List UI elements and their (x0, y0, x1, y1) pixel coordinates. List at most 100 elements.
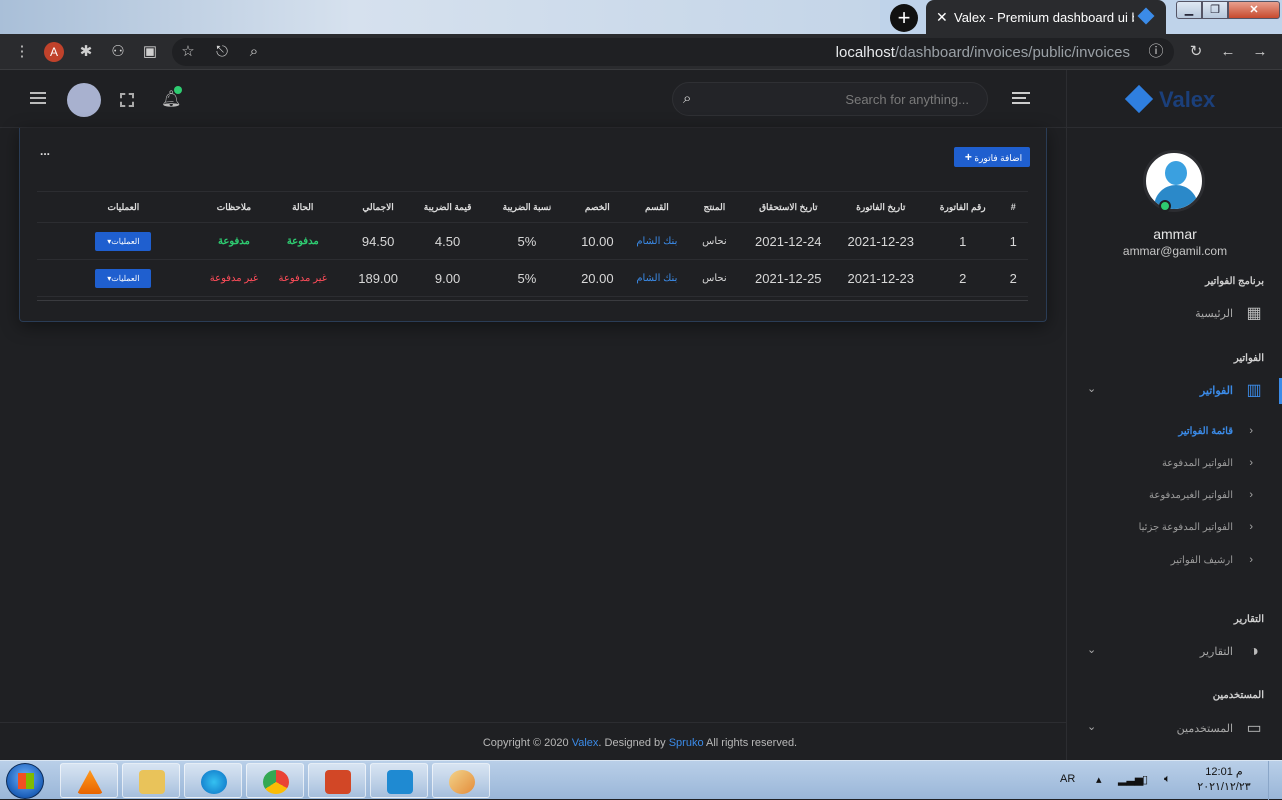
back-icon[interactable]: ← (1218, 42, 1238, 62)
profile-avatar[interactable]: A (44, 42, 64, 62)
chevron-right-icon: › (1249, 521, 1253, 533)
cell-invoice-number: 1 (926, 222, 999, 260)
column-header: الحالة (258, 191, 348, 223)
taskbar-paint[interactable] (432, 763, 490, 798)
chevron-right-icon: › (1249, 425, 1253, 437)
close-tab-icon[interactable]: ✕ (936, 9, 948, 26)
designer-link[interactable]: Spruko (669, 737, 704, 749)
clock-date: ٢٠٢١/١٢/٢٣ (1197, 781, 1251, 793)
add-invoice-button[interactable]: + اضافة فاتورة (954, 147, 1030, 167)
tab-title: Valex - Premium dashboard ui bo (954, 10, 1134, 25)
cell-vat-value: 4.50 (408, 222, 487, 260)
taskbar-powerpoint[interactable] (308, 763, 366, 798)
close-window-button[interactable]: ✕ (1228, 1, 1280, 19)
start-button[interactable] (6, 763, 44, 799)
network-icon[interactable]: ▂▃▅ (1118, 773, 1143, 786)
chart-icon: ▥ (1246, 382, 1262, 399)
sidebar-subitem-partial[interactable]: › الفواتير المدفوعة جزئيا (1067, 517, 1282, 541)
taskbar-vlc[interactable] (60, 763, 118, 798)
sidebar-item-label: المستخدمين (1176, 723, 1233, 735)
online-status-dot (1159, 200, 1171, 212)
sidebar: Valex ammar ammar@gamil.com برنامج الفوا… (1066, 70, 1282, 760)
cell-notes: مدفوعة (209, 222, 259, 260)
minimize-button[interactable]: ▁ (1176, 1, 1202, 19)
chevron-down-icon: ⌄ (1087, 721, 1097, 733)
column-header: الاجمالي (347, 191, 409, 223)
reload-icon[interactable]: ↻ (1186, 42, 1206, 62)
sidebar-item-invoices[interactable]: ⌄ ▥ الفواتير (1067, 376, 1282, 406)
sidebar-subitem-invoice-list[interactable]: › قائمة الفواتير (1067, 421, 1282, 445)
cell-section-link[interactable]: بنك الشام (627, 222, 687, 260)
address-bar[interactable]: ☆ ⎋ ⌕ localhost/dashboard/invoices/publi… (172, 38, 1174, 66)
grid-icon: ▦ (1246, 305, 1262, 322)
table-row: 2 2 2021-12-23 2021-12-25 نحاس بنك الشام… (37, 259, 1028, 297)
brand-link[interactable]: Valex (572, 737, 599, 749)
cell-index: 2 (998, 259, 1028, 297)
clock[interactable]: 12:01 م ٢٠٢١/١٢/٢٣ (1196, 765, 1252, 795)
maximize-button[interactable]: ❐ (1202, 1, 1228, 19)
cell-total: 94.50 (347, 222, 409, 260)
user-profile-picture[interactable] (1143, 150, 1205, 212)
table-scrollbar[interactable] (37, 300, 1028, 301)
site-info-icon[interactable]: ⓘ (1146, 42, 1166, 62)
kebab-menu-icon[interactable]: ⋮ (12, 42, 32, 62)
notification-dot (174, 86, 182, 94)
battery-icon[interactable]: ▯ (1142, 773, 1148, 786)
column-header: القسم (627, 191, 687, 223)
sidebar-item-reports[interactable]: ⌄ ◑ التقارير (1067, 637, 1282, 667)
tray-arrow-icon[interactable]: ▴ (1096, 773, 1102, 786)
cell-discount: 20.00 (567, 259, 628, 297)
vscode-icon (387, 770, 413, 794)
bookmark-star-icon[interactable]: ☆ (178, 42, 198, 62)
pie-icon: ◑ (1249, 643, 1259, 660)
cell-section-link[interactable]: بنك الشام (627, 259, 687, 297)
column-header: الخصم (567, 191, 628, 223)
sidebar-subitem-archive[interactable]: › ارشيف الفواتير (1067, 550, 1282, 574)
operations-label: العمليات (111, 273, 140, 283)
sidebar-toggle-icon[interactable] (30, 92, 46, 104)
browser-tabbar: + ✕ Valex - Premium dashboard ui bo ▁ ❐ … (0, 0, 1282, 34)
share-icon[interactable]: ⎋ (212, 42, 232, 62)
rights-text: All rights reserved. (703, 737, 798, 749)
chevron-down-icon: ⌄ (1087, 644, 1097, 656)
new-tab-button[interactable]: + (890, 4, 918, 32)
language-indicator[interactable]: AR (1060, 773, 1075, 785)
browser-tab-active[interactable]: ✕ Valex - Premium dashboard ui bo (926, 0, 1166, 34)
taskbar-explorer[interactable] (122, 763, 180, 798)
operations-dropdown-button[interactable]: العمليات▾ (95, 268, 152, 288)
search-input[interactable] (709, 89, 969, 109)
align-right-menu-icon[interactable] (1012, 92, 1030, 106)
column-header: # (998, 191, 1028, 223)
sidebar-subitem-unpaid[interactable]: › الفواتير الغيرمدفوعة (1067, 485, 1282, 509)
cell-discount: 10.00 (567, 222, 628, 260)
volume-icon[interactable]: 🔈︎ (1164, 773, 1171, 786)
clock-time: 12:01 م (1205, 766, 1243, 778)
glasses-extension-icon[interactable]: ⚇ (108, 42, 128, 62)
taskbar-edge[interactable] (184, 763, 242, 798)
cell-operations: العمليات▾ (37, 222, 210, 260)
url-text[interactable]: localhost/dashboard/invoices/public/invo… (836, 44, 1130, 61)
sidebar-subitem-paid[interactable]: › الفواتير المدفوعة (1067, 453, 1282, 477)
operations-dropdown-button[interactable]: العمليات▾ (95, 231, 152, 251)
taskbar-chrome[interactable] (246, 763, 304, 798)
show-desktop-button[interactable] (1268, 761, 1282, 800)
chevron-right-icon: › (1249, 554, 1253, 566)
invoices-card: ... + اضافة فاتورة # رقم الفاتورة تاريخ … (19, 128, 1047, 322)
url-host: localhost (835, 44, 895, 61)
logo-text[interactable]: Valex (1159, 87, 1215, 113)
taskbar-vscode[interactable] (370, 763, 428, 798)
sidebar-item-label: الفواتير (1199, 385, 1233, 397)
footer: Copyright © 2020 Valex. Designed by Spru… (0, 722, 1066, 760)
forward-icon[interactable]: → (1250, 42, 1270, 62)
cell-operations: العمليات▾ (37, 259, 210, 297)
search-icon[interactable]: ⌕ (683, 90, 691, 107)
table-row: 1 1 2021-12-23 2021-12-24 نحاس بنك الشام… (37, 222, 1028, 260)
extensions-icon[interactable]: ✱ (76, 42, 96, 62)
zoom-icon[interactable]: ⌕ (244, 42, 264, 62)
header-avatar[interactable] (67, 83, 101, 117)
more-options-icon[interactable]: ... (40, 144, 50, 158)
extension-square-icon[interactable]: ▣ (140, 42, 160, 62)
cell-invoice-number: 2 (926, 259, 999, 297)
fullscreen-icon[interactable] (120, 93, 134, 107)
sidebar-item-home[interactable]: ▦ الرئيسية (1067, 299, 1282, 329)
